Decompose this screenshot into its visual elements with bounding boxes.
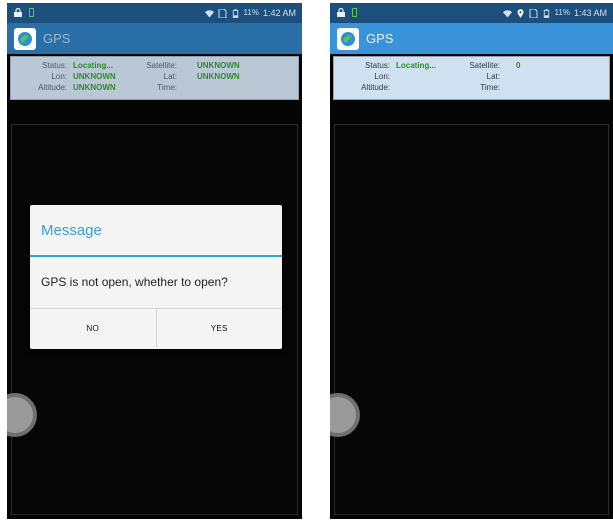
lock-icon (337, 8, 345, 17)
battery-percent: 11% (554, 8, 570, 17)
phone-screen-left: 11% 1:42 AM GPS Status: Locating... Sate… (7, 3, 302, 519)
status-bar: 11% 1:43 AM (330, 3, 613, 23)
lock-icon (14, 8, 22, 17)
time-label: Time: (480, 83, 500, 92)
status-label: Status: (42, 61, 67, 70)
clock: 1:42 AM (262, 8, 296, 18)
no-sim-icon (218, 8, 227, 18)
yes-button[interactable]: YES (155, 309, 283, 347)
sim-icon (29, 8, 34, 17)
altitude-label: Altitude: (38, 83, 67, 92)
app-logo-icon (337, 27, 359, 50)
no-button[interactable]: NO (30, 309, 156, 347)
altitude-value: UNKNOWN (73, 83, 116, 92)
battery-percent: 11% (243, 8, 259, 17)
lat-label: Lat: (163, 72, 177, 81)
no-sim-icon (529, 8, 538, 18)
app-bar: GPS (330, 23, 613, 54)
dialog-title: Message (30, 205, 282, 257)
lon-label: Lon: (51, 72, 67, 81)
sim-icon (352, 8, 357, 17)
status-value: Locating... (396, 61, 436, 70)
wifi-icon (204, 9, 214, 18)
status-bar: 11% 1:42 AM (7, 3, 302, 23)
lat-value: UNKNOWN (197, 72, 240, 81)
satellite-canvas (334, 124, 609, 515)
message-dialog: Message GPS is not open, whether to open… (30, 205, 282, 349)
battery-icon (543, 8, 549, 18)
app-title: GPS (43, 31, 71, 46)
app-bar: GPS (7, 23, 302, 54)
app-title: GPS (366, 31, 394, 46)
app-logo-icon (14, 27, 36, 50)
dialog-buttons: NO YES (30, 309, 282, 347)
location-icon (517, 8, 524, 18)
battery-icon (232, 8, 238, 18)
satellite-label: Satellite: (469, 61, 500, 70)
wifi-icon (502, 9, 512, 18)
dialog-message: GPS is not open, whether to open? (30, 257, 282, 309)
altitude-label: Altitude: (361, 83, 390, 92)
phone-screen-right: 11% 1:43 AM GPS Status: Locating... Sate… (330, 3, 613, 519)
time-label: Time: (157, 83, 177, 92)
gps-info-panel: Status: Locating... Satellite: UNKNOWN L… (10, 56, 299, 100)
lon-value: UNKNOWN (73, 72, 116, 81)
gps-info-panel: Status: Locating... Satellite: 0 Lon: La… (333, 56, 610, 100)
clock: 1:43 AM (573, 8, 607, 18)
status-value: Locating... (73, 61, 113, 70)
lon-label: Lon: (374, 72, 390, 81)
satellite-value: 0 (516, 61, 521, 70)
status-label: Status: (365, 61, 390, 70)
lat-label: Lat: (486, 72, 500, 81)
satellite-label: Satellite: (146, 61, 177, 70)
satellite-value: UNKNOWN (197, 61, 240, 70)
